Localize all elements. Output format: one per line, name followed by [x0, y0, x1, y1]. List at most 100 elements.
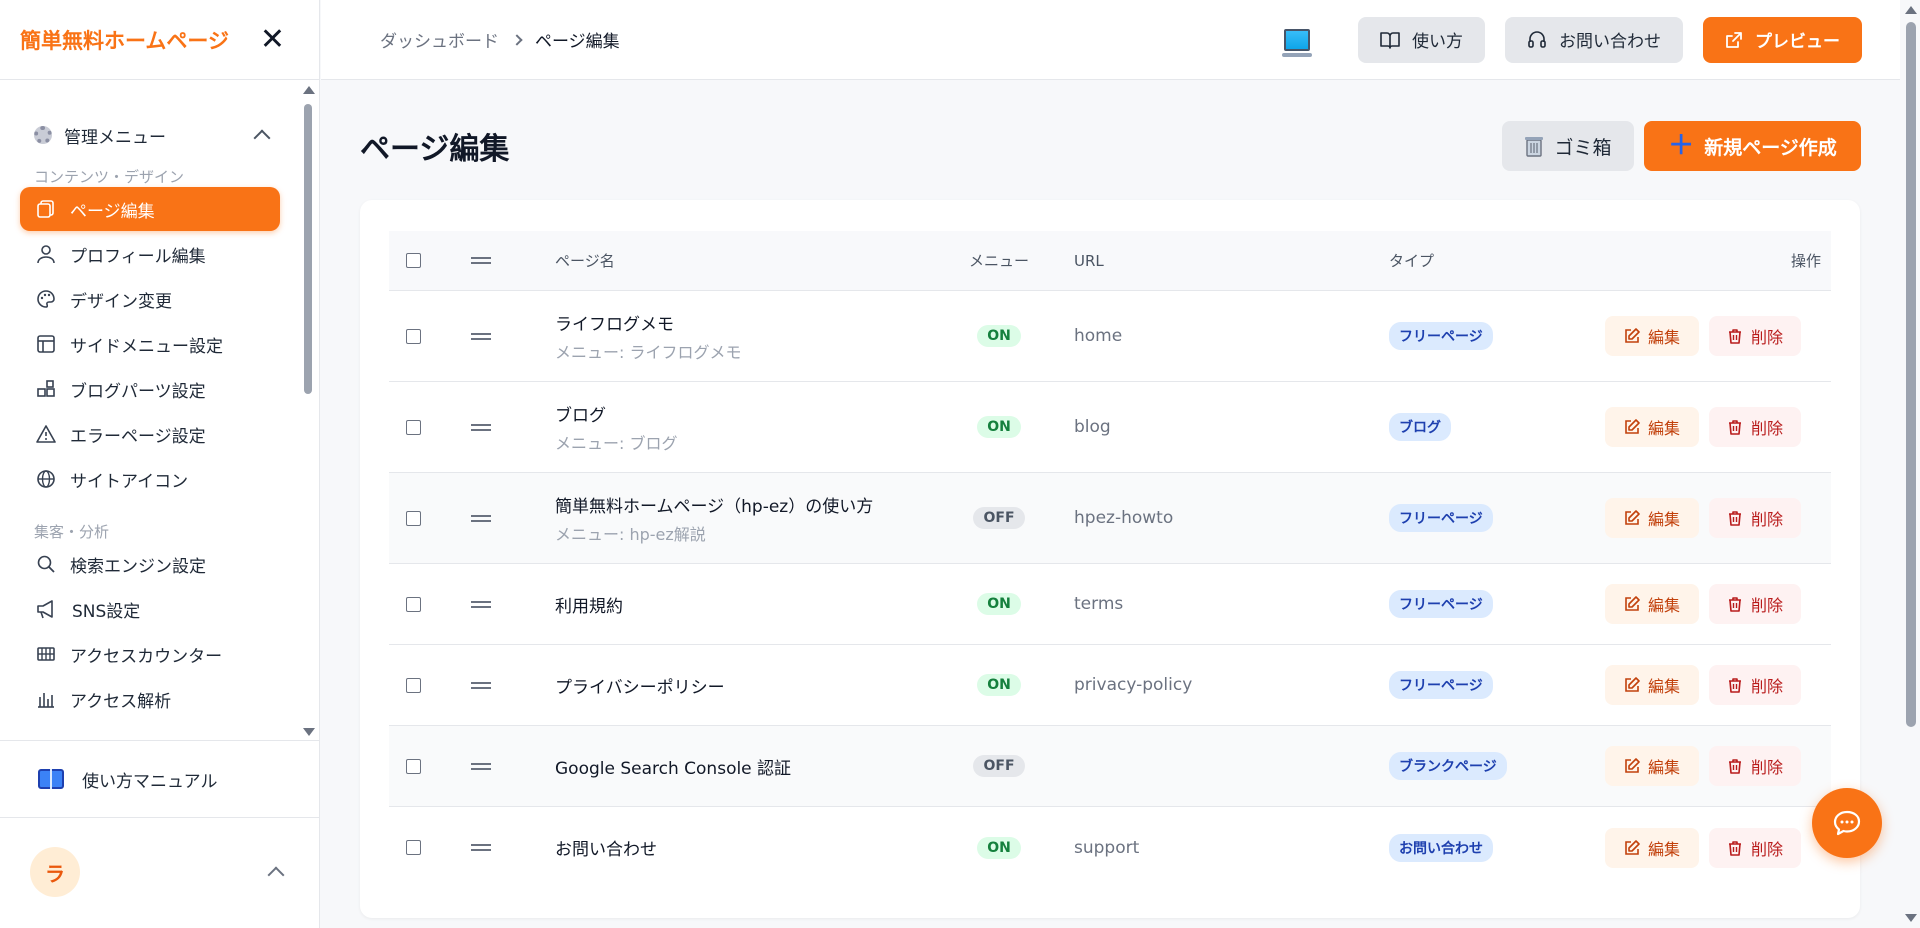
- page-name[interactable]: 簡単無料ホームページ（hp-ez）の使い方: [555, 492, 873, 517]
- row-checkbox[interactable]: [406, 510, 421, 526]
- scroll-down-icon[interactable]: [303, 728, 315, 736]
- new-page-button[interactable]: ＋ 新規ページ作成: [1644, 121, 1861, 171]
- edit-button[interactable]: 編集: [1605, 827, 1699, 868]
- gear-icon: [34, 126, 52, 144]
- delete-label: 削除: [1750, 328, 1783, 347]
- delete-button[interactable]: 削除: [1709, 316, 1801, 356]
- menu-status-badge: ON: [977, 416, 1021, 438]
- row-checkbox[interactable]: [406, 328, 421, 344]
- menu-cell: OFF: [969, 755, 1029, 777]
- page-name[interactable]: 利用規約: [555, 592, 623, 617]
- drag-handle-icon[interactable]: [471, 760, 491, 773]
- page-scrollbar[interactable]: [1900, 0, 1920, 928]
- url-cell: hpez-howto: [1074, 508, 1174, 528]
- sidebar-item-label: アクセスカウンター: [70, 646, 223, 667]
- scroll-up-icon[interactable]: [303, 86, 315, 94]
- howto-button[interactable]: 使い方: [1358, 16, 1485, 63]
- search-icon: [37, 555, 55, 573]
- globe-icon: [37, 470, 55, 488]
- drag-handle-icon[interactable]: [471, 841, 491, 854]
- sidebar-item-label: SNS設定: [72, 601, 141, 622]
- row-checkbox[interactable]: [406, 419, 421, 435]
- delete-label: 削除: [1750, 839, 1783, 859]
- row-checkbox[interactable]: [406, 758, 421, 774]
- trash-icon: [1728, 759, 1741, 774]
- page-name[interactable]: ブログ: [555, 401, 677, 426]
- page-name[interactable]: プライバシーポリシー: [555, 673, 725, 698]
- sidebar-item-design[interactable]: デザイン変更: [20, 277, 280, 321]
- admin-menu-toggle[interactable]: 管理メニュー: [34, 118, 271, 152]
- page-name[interactable]: ライフログメモ: [555, 310, 741, 335]
- monitor-icon[interactable]: [1282, 28, 1312, 57]
- table-row: Google Search Console 認証 OFF ブランクページ 編集 …: [389, 726, 1831, 807]
- sidebar-item-error-page[interactable]: エラーページ設定: [20, 412, 280, 456]
- scroll-thumb[interactable]: [304, 104, 312, 394]
- sidebar-item-seo[interactable]: 検索エンジン設定: [20, 542, 280, 586]
- preview-button[interactable]: プレビュー: [1703, 16, 1862, 63]
- edit-button[interactable]: 編集: [1605, 316, 1699, 356]
- sidebar-nav: 管理メニュー コンテンツ・デザイン ページ編集 プロフィール編集 デザイン変更 …: [0, 82, 320, 740]
- drag-handle-icon[interactable]: [471, 330, 491, 343]
- drag-handle-icon[interactable]: [471, 598, 491, 611]
- page-name[interactable]: Google Search Console 認証: [555, 754, 791, 779]
- page-name[interactable]: お問い合わせ: [555, 835, 657, 860]
- trash-icon: [1728, 840, 1741, 856]
- sidebar-item-page-edit[interactable]: ページ編集: [20, 187, 280, 231]
- row-checkbox[interactable]: [406, 677, 421, 693]
- user-menu[interactable]: ラ: [30, 846, 290, 898]
- sidebar-item-blog-parts[interactable]: ブログパーツ設定: [20, 367, 280, 411]
- table-header: ページ名 メニュー URL タイプ 操作: [389, 231, 1831, 291]
- drag-handle-icon[interactable]: [471, 421, 491, 434]
- delete-button[interactable]: 削除: [1709, 498, 1801, 538]
- trash-icon: [1728, 678, 1741, 693]
- menu-cell: ON: [969, 593, 1029, 615]
- sidebar-item-access-counter[interactable]: アクセスカウンター: [20, 632, 280, 676]
- chat-button[interactable]: [1812, 788, 1882, 858]
- page-name-cell: お問い合わせ: [555, 835, 657, 860]
- sidebar-scrollbar[interactable]: [300, 82, 316, 740]
- chevron-up-icon[interactable]: [267, 866, 285, 884]
- select-all-checkbox[interactable]: [406, 253, 421, 268]
- edit-button[interactable]: 編集: [1605, 584, 1699, 624]
- sidebar-item-side-menu[interactable]: サイドメニュー設定: [20, 322, 280, 366]
- drag-handle-icon[interactable]: [471, 679, 491, 692]
- delete-button[interactable]: 削除: [1709, 584, 1801, 624]
- actions-cell: 編集 削除: [1605, 407, 1801, 447]
- menu-cell: ON: [969, 674, 1029, 696]
- sidebar-item-label: サイトアイコン: [70, 471, 189, 492]
- delete-button[interactable]: 削除: [1709, 407, 1801, 447]
- scroll-thumb[interactable]: [1906, 22, 1916, 727]
- scroll-up-icon[interactable]: [1905, 6, 1917, 14]
- contact-button[interactable]: お問い合わせ: [1505, 16, 1683, 63]
- delete-button[interactable]: 削除: [1709, 827, 1801, 868]
- breadcrumb-dashboard[interactable]: ダッシュボード: [380, 27, 499, 52]
- close-icon[interactable]: ✕: [260, 24, 285, 55]
- headset-icon: [1528, 30, 1546, 48]
- edit-label: 編集: [1647, 510, 1680, 529]
- row-checkbox[interactable]: [406, 840, 421, 855]
- edit-button[interactable]: 編集: [1605, 665, 1699, 705]
- edit-button[interactable]: 編集: [1605, 407, 1699, 447]
- scroll-down-icon[interactable]: [1905, 914, 1917, 922]
- type-badge: フリーページ: [1389, 671, 1493, 699]
- avatar[interactable]: ラ: [30, 847, 80, 897]
- type-badge: ブログ: [1389, 413, 1451, 441]
- edit-button[interactable]: 編集: [1605, 746, 1699, 786]
- brand-logo[interactable]: 簡単無料ホームページ: [20, 25, 229, 55]
- delete-button[interactable]: 削除: [1709, 746, 1801, 786]
- delete-label: 削除: [1750, 677, 1783, 696]
- edit-button[interactable]: 編集: [1605, 498, 1699, 538]
- row-checkbox[interactable]: [406, 596, 421, 612]
- delete-label: 削除: [1750, 758, 1783, 777]
- trash-button[interactable]: ゴミ箱: [1502, 121, 1634, 171]
- drag-handle-icon[interactable]: [471, 512, 491, 525]
- sidebar-item-label: デザイン変更: [70, 291, 172, 312]
- sidebar-item-sns[interactable]: SNS設定: [20, 587, 280, 631]
- sidebar-item-site-icon[interactable]: サイトアイコン: [20, 457, 280, 501]
- sidebar-item-label: エラーページ設定: [70, 426, 206, 447]
- sidebar-item-analytics[interactable]: アクセス解析: [20, 677, 280, 721]
- plus-icon: ＋: [1668, 131, 1695, 161]
- manual-link[interactable]: 使い方マニュアル: [0, 740, 320, 818]
- sidebar-item-profile[interactable]: プロフィール編集: [20, 232, 280, 276]
- delete-button[interactable]: 削除: [1709, 665, 1801, 705]
